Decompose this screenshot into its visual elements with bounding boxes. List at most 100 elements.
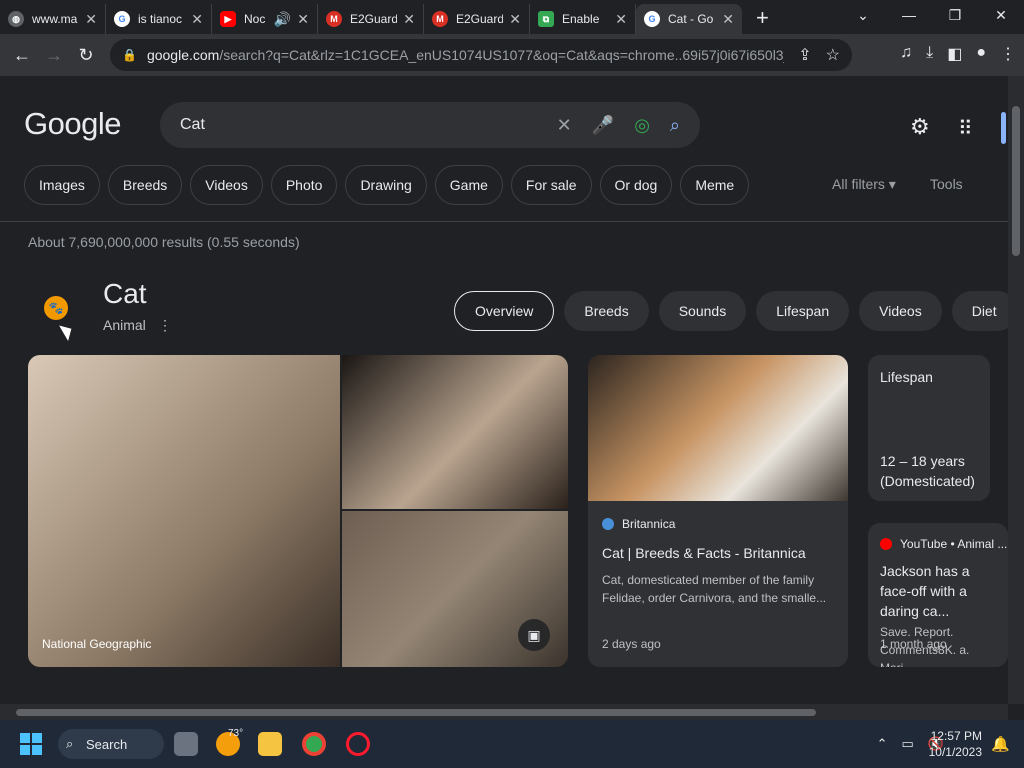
scrollbar-thumb[interactable] [16,709,816,716]
clock-time: 12:57 PM [930,729,982,743]
chrome-icon[interactable] [302,732,326,756]
kp-tab-overview[interactable]: Overview [454,291,555,331]
all-filters-button[interactable]: All filters ▾ [832,176,896,193]
source-name: YouTube • Animal ... [900,537,1008,551]
voice-search-icon[interactable]: 🎤 [592,115,614,136]
menu-icon[interactable]: ⋮ [1000,44,1016,64]
kp-tab-diet[interactable]: Diet [951,291,1008,331]
tab-title: Noc [244,12,266,26]
close-tab-icon[interactable]: ✕ [85,11,97,28]
cat-image-secondary[interactable] [342,355,568,509]
search-box[interactable]: Cat ✕ 🎤 ◎ ⌕ [160,102,700,148]
tab-search-icon[interactable]: ⌄ [840,0,886,30]
close-window-icon[interactable]: ✕ [978,0,1024,30]
apps-grid-icon[interactable]: ⠿ [958,116,973,141]
browser-tab[interactable]: ⧉ Enable ✕ [530,4,636,34]
kp-tab-lifespan[interactable]: Lifespan [756,291,850,331]
more-images-icon[interactable]: ▣ [518,619,550,651]
cat-image-main[interactable]: National Geographic [28,355,340,667]
browser-toolbar: ← → ↻ 🔒 google.com/search?q=Cat&rlz=1C1G… [0,34,1024,76]
display-icon[interactable]: ▭ [902,736,914,752]
restore-icon[interactable]: ❐ [932,0,978,30]
windows-start-icon[interactable] [20,733,42,755]
close-tab-icon[interactable]: ✕ [722,11,734,28]
chip-or-dog[interactable]: Or dog [599,165,673,205]
chip-game[interactable]: Game [434,165,503,205]
kp-tab-breeds[interactable]: Breeds [564,291,649,331]
cat-image-tabby[interactable]: ▣ [342,511,568,667]
google-logo[interactable]: Google [24,106,121,142]
profile-icon[interactable]: ● [976,44,986,64]
clock[interactable]: 12:57 PM 10/1/2023 [929,728,982,760]
minimize-icon[interactable]: — [886,0,932,30]
taskbar-search-label: Search [86,736,128,752]
chip-breeds[interactable]: Breeds [107,165,183,205]
browser-tab[interactable]: M E2Guard ✕ [318,4,424,34]
card-date: 1 month ago [880,637,947,651]
tab-title: Cat - Go [668,12,714,26]
google-icon: G [114,11,130,27]
new-tab-icon[interactable]: + [756,4,769,34]
settings-gear-icon[interactable]: ⚙ [910,114,930,140]
card-source: Britannica [602,517,834,531]
chip-videos[interactable]: Videos [190,165,263,205]
chip-drawing[interactable]: Drawing [345,165,427,205]
share-icon[interactable]: ⇪ [798,45,811,65]
search-input[interactable]: Cat [180,116,537,134]
scrollbar-thumb[interactable] [1012,106,1020,256]
task-view-icon[interactable] [174,732,198,756]
browser-tab[interactable]: G is tianoc ✕ [106,4,212,34]
knowledge-panel-title: Cat [103,278,147,309]
lifespan-value: 12 – 18 years (Domesticated) [880,453,975,489]
vertical-scrollbar[interactable] [1008,76,1024,704]
youtube-card[interactable]: YouTube • Animal ... Jackson has a face-… [868,523,1008,667]
browser-tab[interactable]: ▶ Noc 🔊 ✕ [212,4,318,34]
e2guardian-icon: M [326,11,342,27]
kp-tab-videos[interactable]: Videos [859,291,942,331]
close-tab-icon[interactable]: ✕ [509,11,521,28]
media-control-icon[interactable]: ♫ [900,44,912,64]
lock-icon[interactable]: 🔒 [122,48,137,62]
file-explorer-icon[interactable] [258,732,282,756]
lifespan-card[interactable]: Lifespan 12 – 18 years (Domesticated) [868,355,990,501]
url-text: google.com/search?q=Cat&rlz=1C1GCEA_enUS… [147,47,784,63]
close-tab-icon[interactable]: ✕ [615,11,627,28]
side-panel-icon[interactable]: ◧ [947,44,962,64]
chip-images[interactable]: Images [24,165,100,205]
browser-tab-active[interactable]: G Cat - Go ✕ [636,4,742,34]
audio-icon[interactable]: 🔊 [274,11,291,28]
search-icon[interactable]: ⌕ [670,115,680,136]
more-options-icon[interactable]: ⋮ [158,317,172,334]
opera-icon[interactable] [346,732,370,756]
clear-icon[interactable]: ✕ [557,115,572,136]
tools-button[interactable]: Tools [930,176,963,192]
close-tab-icon[interactable]: ✕ [297,11,309,28]
e2guardian-icon: M [432,11,448,27]
chevron-up-icon[interactable]: ⌃ [877,736,888,752]
browser-tab[interactable]: M E2Guard ✕ [424,4,530,34]
url-domain: google.com [146,47,220,63]
close-tab-icon[interactable]: ✕ [403,11,415,28]
reload-icon[interactable]: ↻ [70,45,102,66]
card-description: Cat, domesticated member of the family F… [602,573,827,605]
close-tab-icon[interactable]: ✕ [191,11,203,28]
bookmark-star-icon[interactable]: ☆ [826,45,840,65]
taskbar-search[interactable]: ⌕ Search [58,729,164,759]
download-icon[interactable]: ⤓ [926,44,933,64]
britannica-icon [602,518,614,530]
back-icon[interactable]: ← [6,45,38,66]
address-bar[interactable]: 🔒 google.com/search?q=Cat&rlz=1C1GCEA_en… [110,39,852,71]
britannica-card[interactable]: Britannica Cat | Breeds & Facts - Britan… [588,355,848,667]
tab-title: Enable [562,12,600,26]
browser-tab[interactable]: ◍ www.ma ✕ [0,4,106,34]
chip-meme[interactable]: Meme [680,165,750,205]
horizontal-scrollbar[interactable] [0,704,1008,720]
forward-icon[interactable]: → [38,45,70,66]
card-source: YouTube • Animal ... [880,537,1007,551]
lens-icon[interactable]: ◎ [634,115,650,136]
chip-photo[interactable]: Photo [270,165,338,205]
globe-icon: ◍ [8,11,24,27]
kp-tab-sounds[interactable]: Sounds [658,291,747,331]
chip-for-sale[interactable]: For sale [510,165,592,205]
notification-bell-icon[interactable]: 🔔 [991,735,1010,753]
